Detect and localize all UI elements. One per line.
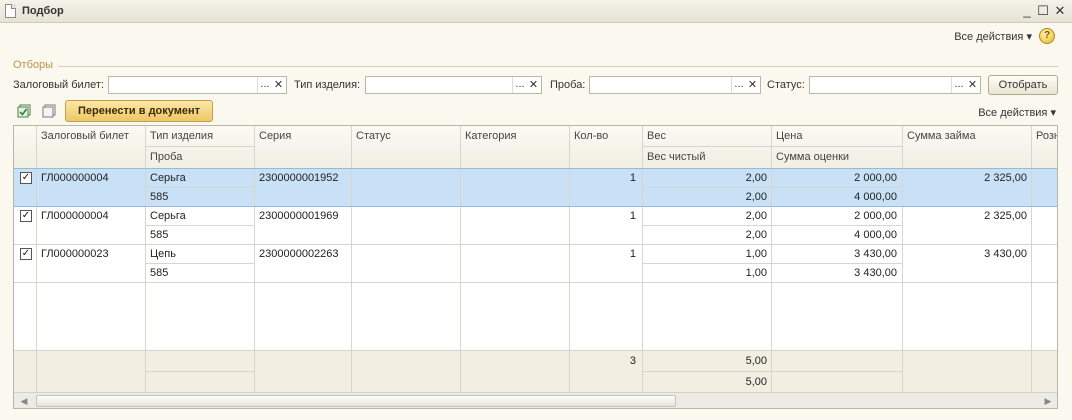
probe-field[interactable]: ... ✕ (589, 76, 761, 94)
clear-icon[interactable]: ✕ (272, 77, 285, 93)
scrollbar-thumb[interactable] (36, 395, 676, 407)
column-header-probe[interactable]: Проба (150, 151, 182, 163)
close-button[interactable]: ✕ (1052, 3, 1068, 19)
probe-label: Проба: (550, 79, 586, 91)
pick-button[interactable]: ... (512, 77, 527, 93)
scroll-left-icon[interactable]: ◀ (17, 394, 31, 408)
column-header-weight[interactable]: Вес (647, 130, 666, 142)
cell-price: 2 000,00 (854, 210, 897, 222)
column-header-appraisal[interactable]: Сумма оценки (776, 151, 849, 163)
maximize-button[interactable]: ☐ (1035, 3, 1051, 19)
all-actions-label: Все действия (978, 107, 1048, 119)
row-checkbox[interactable]: ✓ (20, 210, 32, 222)
filters-section-label: Отборы (13, 59, 54, 71)
transfer-to-document-button[interactable]: Перенести в документ (65, 100, 213, 122)
item-type-label: Тип изделия: (294, 79, 361, 91)
column-header-item-type[interactable]: Тип изделия (150, 130, 213, 142)
document-icon (5, 4, 16, 18)
items-table: Залоговый билет Тип изделия Проба Серия … (13, 125, 1058, 409)
column-header-ticket[interactable]: Залоговый билет (41, 130, 129, 142)
cell-qty: 1 (629, 248, 636, 260)
cell-loan: 3 430,00 (984, 248, 1027, 260)
help-icon[interactable]: ? (1039, 28, 1055, 44)
total-qty: 3 (629, 355, 636, 367)
column-header-category[interactable]: Категория (465, 130, 516, 142)
cell-price: 3 430,00 (854, 248, 897, 260)
filters-divider (58, 66, 1058, 67)
cell-qty: 1 (629, 210, 636, 222)
cell-ticket: ГЛ000000004 (41, 172, 109, 184)
cell-item-type: Серьга (150, 172, 186, 184)
scroll-right-icon[interactable]: ▶ (1041, 394, 1055, 408)
status-label: Статус: (767, 79, 805, 91)
apply-filter-button[interactable]: Отобрать (988, 75, 1058, 95)
minimize-button[interactable]: _ (1019, 3, 1035, 19)
pledge-ticket-label: Залоговый билет: (13, 79, 104, 91)
column-header-status[interactable]: Статус (356, 130, 391, 142)
pick-button[interactable]: ... (951, 77, 966, 93)
clear-icon[interactable]: ✕ (966, 77, 979, 93)
cell-net-weight: 2,00 (745, 229, 767, 241)
column-header-qty[interactable]: Кол-во (574, 130, 608, 142)
window-titlebar: Подбор _ ☐ ✕ (0, 0, 1072, 23)
cell-qty: 1 (629, 172, 636, 184)
column-header-net-weight[interactable]: Вес чистый (647, 151, 705, 163)
check-all-icon[interactable] (17, 104, 31, 118)
pick-button[interactable]: ... (731, 77, 746, 93)
pledge-ticket-field[interactable]: ... ✕ (108, 76, 287, 94)
cell-net-weight: 1,00 (745, 267, 767, 279)
cell-loan: 2 325,00 (984, 210, 1027, 222)
all-actions-label: Все действия (954, 31, 1024, 43)
total-net-weight: 5,00 (745, 376, 767, 388)
column-header-price[interactable]: Цена (776, 130, 802, 142)
cell-series: 2300000001969 (259, 210, 339, 222)
row-checkbox[interactable]: ✓ (20, 172, 32, 184)
cell-loan: 2 325,00 (984, 172, 1027, 184)
all-actions-menu-top[interactable]: Все действия ▾ (954, 30, 1032, 43)
pick-button[interactable]: ... (257, 77, 272, 93)
total-weight: 5,00 (745, 355, 767, 367)
cell-series: 2300000002263 (259, 248, 339, 260)
cell-probe: 585 (150, 267, 169, 279)
cell-ticket: ГЛ000000004 (41, 210, 109, 222)
chevron-down-icon: ▾ (1026, 31, 1032, 43)
clear-icon[interactable]: ✕ (746, 77, 759, 93)
cell-item-type: Цепь (150, 248, 176, 260)
cell-appraisal: 4 000,00 (854, 229, 897, 241)
cell-item-type: Серьга (150, 210, 186, 222)
all-actions-menu-toolbar[interactable]: Все действия ▾ (978, 106, 1056, 119)
cell-probe: 585 (150, 229, 169, 241)
uncheck-all-icon[interactable] (42, 104, 56, 118)
cell-appraisal: 3 430,00 (854, 267, 897, 279)
cell-weight: 2,00 (745, 210, 767, 222)
cell-weight: 1,00 (745, 248, 767, 260)
cell-ticket: ГЛ000000023 (41, 248, 109, 260)
column-header-retail[interactable]: Розн (1036, 130, 1057, 142)
item-type-field[interactable]: ... ✕ (365, 76, 542, 94)
cell-price: 2 000,00 (854, 172, 897, 184)
cell-appraisal: 4 000,00 (854, 191, 897, 203)
cell-probe: 585 (150, 191, 169, 203)
cell-net-weight: 2,00 (745, 191, 767, 203)
column-header-series[interactable]: Серия (259, 130, 291, 142)
window-title: Подбор (22, 5, 64, 17)
cell-series: 2300000001952 (259, 172, 339, 184)
row-checkbox[interactable]: ✓ (20, 248, 32, 260)
clear-icon[interactable]: ✕ (527, 77, 540, 93)
status-field[interactable]: ... ✕ (809, 76, 981, 94)
column-header-loan[interactable]: Сумма займа (907, 130, 976, 142)
horizontal-scrollbar[interactable]: ◀ ▶ (14, 392, 1057, 408)
cell-weight: 2,00 (745, 172, 767, 184)
chevron-down-icon: ▾ (1050, 107, 1056, 119)
